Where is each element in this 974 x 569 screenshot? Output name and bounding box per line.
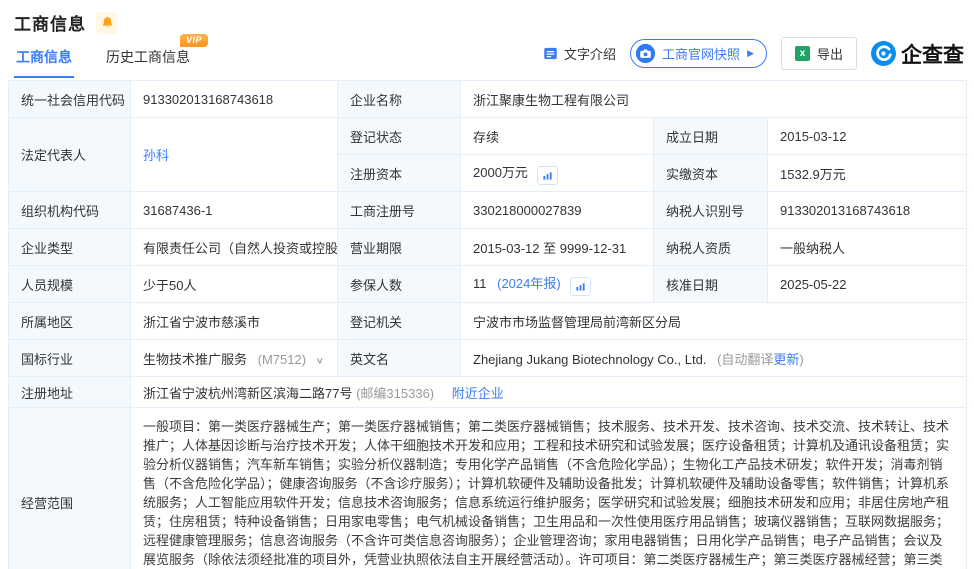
insured-value: 11: [473, 276, 487, 291]
paid-capital-label: 实缴资本: [654, 155, 768, 192]
tab-history-business-info[interactable]: 历史工商信息 VIP: [104, 41, 192, 78]
reg-number-value: 330218000027839: [461, 192, 654, 229]
reg-capital-cell: 2000万元: [461, 155, 654, 192]
panel-header: 工商信息: [0, 0, 974, 35]
document-icon: [543, 46, 558, 61]
industry-label: 国标行业: [9, 340, 131, 377]
taxpayer-id-value: 913302013168743618: [768, 192, 967, 229]
play-arrow-icon: ▶: [747, 48, 754, 59]
org-code-value: 31687436-1: [131, 192, 338, 229]
established-value: 2015-03-12: [768, 118, 967, 155]
row-legal-rep-status: 法定代表人 孙科 登记状态 存续 成立日期 2015-03-12: [9, 118, 967, 155]
tabs: 工商信息 历史工商信息 VIP: [14, 41, 192, 78]
legal-rep-link[interactable]: 孙科: [143, 148, 169, 163]
row-company-type: 企业类型 有限责任公司（自然人投资或控股） 营业期限 2015-03-12 至 …: [9, 229, 967, 266]
industry-code: (M7512): [258, 352, 306, 367]
auto-translate-note: (自动翻译更新): [717, 352, 804, 367]
reg-status-value: 存续: [461, 118, 654, 155]
established-label: 成立日期: [654, 118, 768, 155]
legal-rep-label: 法定代表人: [9, 118, 131, 192]
brand-logo: 企查查: [871, 39, 964, 69]
official-snapshot-label: 工商官网快照: [662, 44, 740, 63]
row-industry: 国标行业 生物技术推广服务 (M7512) ∨ 英文名 Zhejiang Juk…: [9, 340, 967, 377]
annual-report-link[interactable]: (2024年报): [497, 276, 561, 291]
reg-address-value: 浙江省宁波杭州湾新区滨海二路77号: [143, 386, 352, 401]
vip-badge: VIP: [180, 34, 208, 47]
industry-value: 生物技术推广服务: [143, 352, 247, 367]
page-title: 工商信息: [14, 10, 86, 35]
business-term-label: 营业期限: [338, 229, 461, 266]
chevron-down-icon[interactable]: ∨: [316, 355, 324, 365]
staff-size-label: 人员规模: [9, 266, 131, 303]
industry-cell: 生物技术推广服务 (M7512) ∨: [131, 340, 338, 377]
export-button[interactable]: x 导出: [781, 37, 857, 70]
camera-snapshot-icon: [635, 43, 656, 64]
row-staff: 人员规模 少于50人 参保人数 11 (2024年报) 核准日期 2025-05…: [9, 266, 967, 303]
tab-bar: 工商信息 历史工商信息 VIP 文字介绍 工商官网快照 ▶ x 导出 企: [0, 35, 974, 78]
text-intro-label: 文字介绍: [564, 44, 616, 63]
bell-icon[interactable]: [96, 12, 118, 34]
scope-value: 一般项目：第一类医疗器械生产；第一类医疗器械销售；第二类医疗器械销售；技术服务、…: [131, 408, 967, 569]
insured-cell: 11 (2024年报): [461, 266, 654, 303]
legal-rep-cell: 孙科: [131, 118, 338, 192]
excel-icon: x: [795, 46, 810, 61]
region-label: 所属地区: [9, 303, 131, 340]
reg-authority-label: 登记机关: [338, 303, 461, 340]
translate-update-link[interactable]: 更新: [773, 352, 799, 367]
staff-size-value: 少于50人: [131, 266, 338, 303]
insured-label: 参保人数: [338, 266, 461, 303]
reg-address-zip: (邮编315336): [356, 386, 434, 401]
reg-capital-label: 注册资本: [338, 155, 461, 192]
tab-business-info[interactable]: 工商信息: [14, 41, 74, 78]
brand-name: 企查查: [901, 39, 964, 69]
reg-authority-value: 宁波市市场监督管理局前湾新区分局: [461, 303, 967, 340]
row-org-code: 组织机构代码 31687436-1 工商注册号 330218000027839 …: [9, 192, 967, 229]
approval-date-value: 2025-05-22: [768, 266, 967, 303]
company-name-value: 浙江聚康生物工程有限公司: [461, 81, 967, 118]
row-address: 注册地址 浙江省宁波杭州湾新区滨海二路77号 (邮编315336) 附近企业: [9, 377, 967, 408]
nearby-companies-link[interactable]: 附近企业: [452, 386, 504, 401]
english-name-label: 英文名: [338, 340, 461, 377]
tab-history-label: 历史工商信息: [106, 49, 190, 65]
row-region: 所属地区 浙江省宁波市慈溪市 登记机关 宁波市市场监督管理局前湾新区分局: [9, 303, 967, 340]
official-snapshot-button[interactable]: 工商官网快照 ▶: [630, 39, 767, 68]
company-type-value: 有限责任公司（自然人投资或控股）: [131, 229, 338, 266]
qichacha-logo-icon: [871, 41, 896, 66]
approval-date-label: 核准日期: [654, 266, 768, 303]
row-scope: 经营范围 一般项目：第一类医疗器械生产；第一类医疗器械销售；第二类医疗器械销售；…: [9, 408, 967, 569]
insured-chart-icon[interactable]: [570, 277, 591, 296]
business-term-value: 2015-03-12 至 9999-12-31: [461, 229, 654, 266]
business-info-panel: 工商信息 工商信息 历史工商信息 VIP 文字介绍 工商官网快照 ▶ x: [0, 0, 974, 569]
business-info-table: 统一社会信用代码 913302013168743618 企业名称 浙江聚康生物工…: [8, 80, 967, 569]
export-label: 导出: [817, 44, 843, 63]
company-type-label: 企业类型: [9, 229, 131, 266]
row-credit-code: 统一社会信用代码 913302013168743618 企业名称 浙江聚康生物工…: [9, 81, 967, 118]
paid-capital-value: 1532.9万元: [768, 155, 967, 192]
text-intro-button[interactable]: 文字介绍: [543, 44, 616, 63]
reg-capital-chart-icon[interactable]: [537, 166, 558, 185]
english-name-cell: Zhejiang Jukang Biotechnology Co., Ltd. …: [461, 340, 967, 377]
credit-code-label: 统一社会信用代码: [9, 81, 131, 118]
reg-number-label: 工商注册号: [338, 192, 461, 229]
region-value: 浙江省宁波市慈溪市: [131, 303, 338, 340]
company-name-label: 企业名称: [338, 81, 461, 118]
reg-address-cell: 浙江省宁波杭州湾新区滨海二路77号 (邮编315336) 附近企业: [131, 377, 967, 408]
taxpayer-qual-label: 纳税人资质: [654, 229, 768, 266]
reg-capital-value: 2000万元: [473, 165, 528, 180]
toolbar: 文字介绍 工商官网快照 ▶ x 导出 企查查: [543, 37, 964, 78]
reg-address-label: 注册地址: [9, 377, 131, 408]
taxpayer-qual-value: 一般纳税人: [768, 229, 967, 266]
reg-status-label: 登记状态: [338, 118, 461, 155]
credit-code-value: 913302013168743618: [131, 81, 338, 118]
taxpayer-id-label: 纳税人识别号: [654, 192, 768, 229]
org-code-label: 组织机构代码: [9, 192, 131, 229]
scope-label: 经营范围: [9, 408, 131, 569]
english-name-value: Zhejiang Jukang Biotechnology Co., Ltd.: [473, 352, 706, 367]
